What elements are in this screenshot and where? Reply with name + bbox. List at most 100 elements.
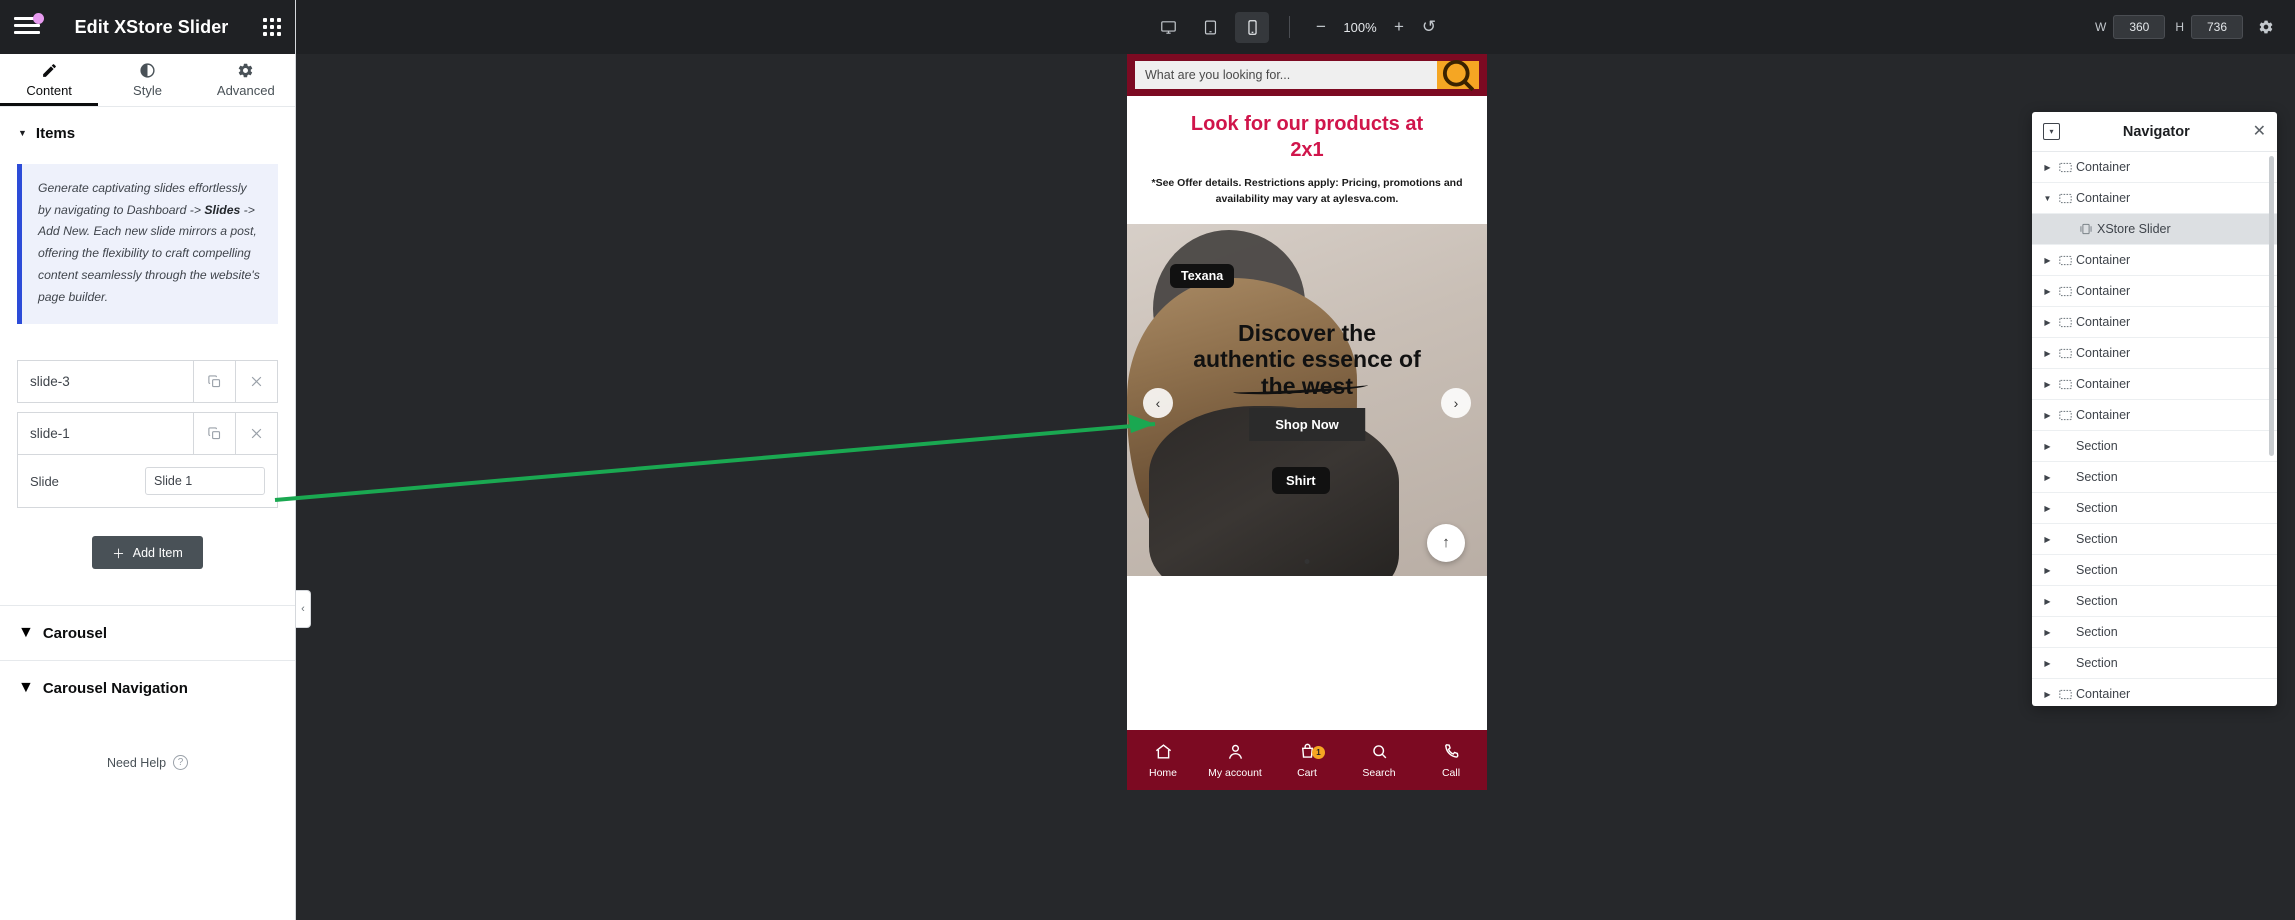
navigator-item[interactable]: ▶ Container bbox=[2032, 245, 2277, 276]
navigator-item[interactable]: ▶ Container bbox=[2032, 276, 2277, 307]
zoom-controls: − 100% + ↺ bbox=[1306, 13, 1444, 41]
chevron-down-icon[interactable]: ▼ bbox=[2041, 194, 2054, 203]
slides-repeater: slide-3 slide-1 Slide Slide 1 ＋ Add Item bbox=[17, 360, 278, 570]
zoom-value: 100% bbox=[1343, 19, 1377, 35]
carousel-next-icon[interactable]: › bbox=[1441, 387, 1471, 418]
chevron-right-icon[interactable]: ▶ bbox=[2041, 411, 2054, 420]
navigator-item[interactable]: ▶ Section bbox=[2032, 524, 2277, 555]
carousel-dots[interactable] bbox=[1304, 558, 1310, 564]
reset-icon[interactable]: ↺ bbox=[1414, 13, 1444, 41]
copy-icon[interactable] bbox=[193, 413, 235, 455]
panel-tabs: Content Style Advanced bbox=[0, 54, 295, 107]
navigator-item[interactable]: ▶ Section bbox=[2032, 586, 2277, 617]
chevron-right-icon[interactable]: ▶ bbox=[2041, 566, 2054, 575]
navigator-item-label: Section bbox=[2076, 656, 2118, 670]
chevron-right-icon[interactable]: ▶ bbox=[2041, 473, 2054, 482]
dock-icon[interactable]: ▾ bbox=[2043, 123, 2060, 140]
zoom-in-button[interactable]: + bbox=[1384, 13, 1414, 41]
notification-dot bbox=[33, 13, 44, 24]
container-icon bbox=[2054, 286, 2076, 297]
navigator-item[interactable]: ▶ Container bbox=[2032, 307, 2277, 338]
site-search-input[interactable]: What are you looking for... bbox=[1135, 61, 1437, 89]
panel-collapse-handle[interactable]: ‹ bbox=[296, 590, 311, 628]
repeater-item-title[interactable]: slide-1 bbox=[18, 413, 193, 454]
navigator-item-label: Container bbox=[2076, 284, 2131, 298]
container-icon bbox=[2054, 317, 2076, 328]
hotspot-label-texana[interactable]: Texana bbox=[1170, 263, 1235, 288]
navigator-item[interactable]: ▶ Container bbox=[2032, 338, 2277, 369]
add-item-button[interactable]: ＋ Add Item bbox=[92, 536, 203, 570]
chevron-right-icon[interactable]: ▶ bbox=[2041, 597, 2054, 606]
need-help-link[interactable]: Need Help ? bbox=[0, 755, 295, 771]
navigator-item-label: Container bbox=[2076, 687, 2131, 701]
desktop-icon[interactable] bbox=[1151, 12, 1185, 43]
items-notice-suffix: -> Add New. Each new slide mirrors a pos… bbox=[38, 202, 260, 304]
navigator-item[interactable]: ▶ Container bbox=[2032, 679, 2277, 706]
repeater-item-title[interactable]: slide-3 bbox=[18, 361, 193, 402]
navigator-item[interactable]: ▶ Container bbox=[2032, 152, 2277, 183]
copy-icon[interactable] bbox=[193, 361, 235, 403]
navigator-item[interactable]: ▶ Section bbox=[2032, 617, 2277, 648]
navigator-item-label: Section bbox=[2076, 501, 2118, 515]
chevron-right-icon[interactable]: ▶ bbox=[2041, 256, 2054, 265]
chevron-right-icon[interactable]: ▶ bbox=[2041, 535, 2054, 544]
navigator-item-xstore-slider[interactable]: ▶ XStore Slider bbox=[2032, 214, 2277, 245]
promo-heading-line2: 2x1 bbox=[1290, 138, 1324, 161]
tablet-icon[interactable] bbox=[1193, 12, 1227, 43]
section-carousel-header[interactable]: ▼ Carousel bbox=[0, 605, 295, 660]
site-search-bar: What are you looking for... bbox=[1127, 54, 1487, 96]
tab-advanced[interactable]: Advanced bbox=[197, 54, 295, 106]
search-icon[interactable] bbox=[1437, 59, 1479, 92]
hero-slide: Texana Discover the authentic essence of… bbox=[1127, 223, 1487, 576]
close-icon[interactable]: ✕ bbox=[2253, 123, 2266, 140]
tab-style[interactable]: Style bbox=[98, 54, 196, 106]
chevron-right-icon[interactable]: ▶ bbox=[2041, 690, 2054, 699]
repeater-row[interactable]: slide-3 bbox=[17, 360, 278, 404]
navigator-item[interactable]: ▶ Section bbox=[2032, 555, 2277, 586]
zoom-out-button[interactable]: − bbox=[1306, 13, 1336, 41]
arrow-up-icon[interactable]: ↑ bbox=[1427, 523, 1465, 562]
chevron-right-icon[interactable]: ▶ bbox=[2041, 442, 2054, 451]
chevron-right-icon[interactable]: ▶ bbox=[2041, 380, 2054, 389]
navigator-scrollbar[interactable] bbox=[2269, 156, 2274, 456]
navigator-header: ▾ Navigator ✕ bbox=[2032, 112, 2277, 152]
navigator-item[interactable]: ▶ Section bbox=[2032, 493, 2277, 524]
navigator-item[interactable]: ▼ Container bbox=[2032, 183, 2277, 214]
navigator-item[interactable]: ▶ Container bbox=[2032, 369, 2277, 400]
navigator-item[interactable]: ▶ Container bbox=[2032, 400, 2277, 431]
chevron-right-icon[interactable]: ▶ bbox=[2041, 318, 2054, 327]
hotspot-label-shirt[interactable]: Shirt bbox=[1272, 466, 1330, 494]
chevron-right-icon[interactable]: ▶ bbox=[2041, 163, 2054, 172]
chevron-right-icon[interactable]: ▶ bbox=[2041, 287, 2054, 296]
hamburger-icon[interactable] bbox=[14, 13, 44, 37]
shop-now-button[interactable]: Shop Now bbox=[1249, 407, 1365, 441]
chevron-right-icon[interactable]: ▶ bbox=[2041, 349, 2054, 358]
section-items-header[interactable]: ▼ Items bbox=[0, 107, 295, 156]
container-icon bbox=[2054, 162, 2076, 173]
navigator-item-label: Section bbox=[2076, 563, 2118, 577]
navigator-item[interactable]: ▶ Section bbox=[2032, 648, 2277, 679]
navigator-item[interactable]: ▶ Section bbox=[2032, 462, 2277, 493]
chevron-right-icon[interactable]: ▶ bbox=[2041, 504, 2054, 513]
elementor-editor: Edit XStore Slider Content Style Advance… bbox=[0, 0, 2295, 920]
navigator-item-label: Container bbox=[2076, 346, 2131, 360]
chevron-right-icon[interactable]: ▶ bbox=[2041, 628, 2054, 637]
cart-badge: 1 bbox=[1312, 745, 1325, 759]
close-icon[interactable] bbox=[235, 361, 277, 403]
section-carousel-navigation-header[interactable]: ▼ Carousel Navigation bbox=[0, 660, 295, 715]
bottom-nav-item-call[interactable]: Call bbox=[1415, 742, 1487, 779]
bottom-nav-item-home[interactable]: Home bbox=[1127, 742, 1199, 779]
close-icon[interactable] bbox=[235, 413, 277, 455]
tab-content[interactable]: Content bbox=[0, 54, 99, 106]
slide-select-input[interactable] bbox=[145, 467, 265, 496]
repeater-row[interactable]: slide-1 bbox=[17, 412, 278, 456]
mobile-icon[interactable] bbox=[1235, 11, 1269, 43]
navigator-item[interactable]: ▶ Section bbox=[2032, 431, 2277, 462]
bottom-nav-item-cart[interactable]: 1 Cart bbox=[1271, 742, 1343, 779]
bottom-nav-item-my-account[interactable]: My account bbox=[1199, 742, 1271, 779]
grid-apps-icon[interactable] bbox=[263, 18, 281, 36]
chevron-right-icon[interactable]: ▶ bbox=[2041, 659, 2054, 668]
bottom-nav-item-search[interactable]: Search bbox=[1343, 742, 1415, 779]
hero-headline-line2: authentic essence of bbox=[1193, 346, 1421, 373]
carousel-prev-icon[interactable]: ‹ bbox=[1143, 387, 1173, 418]
